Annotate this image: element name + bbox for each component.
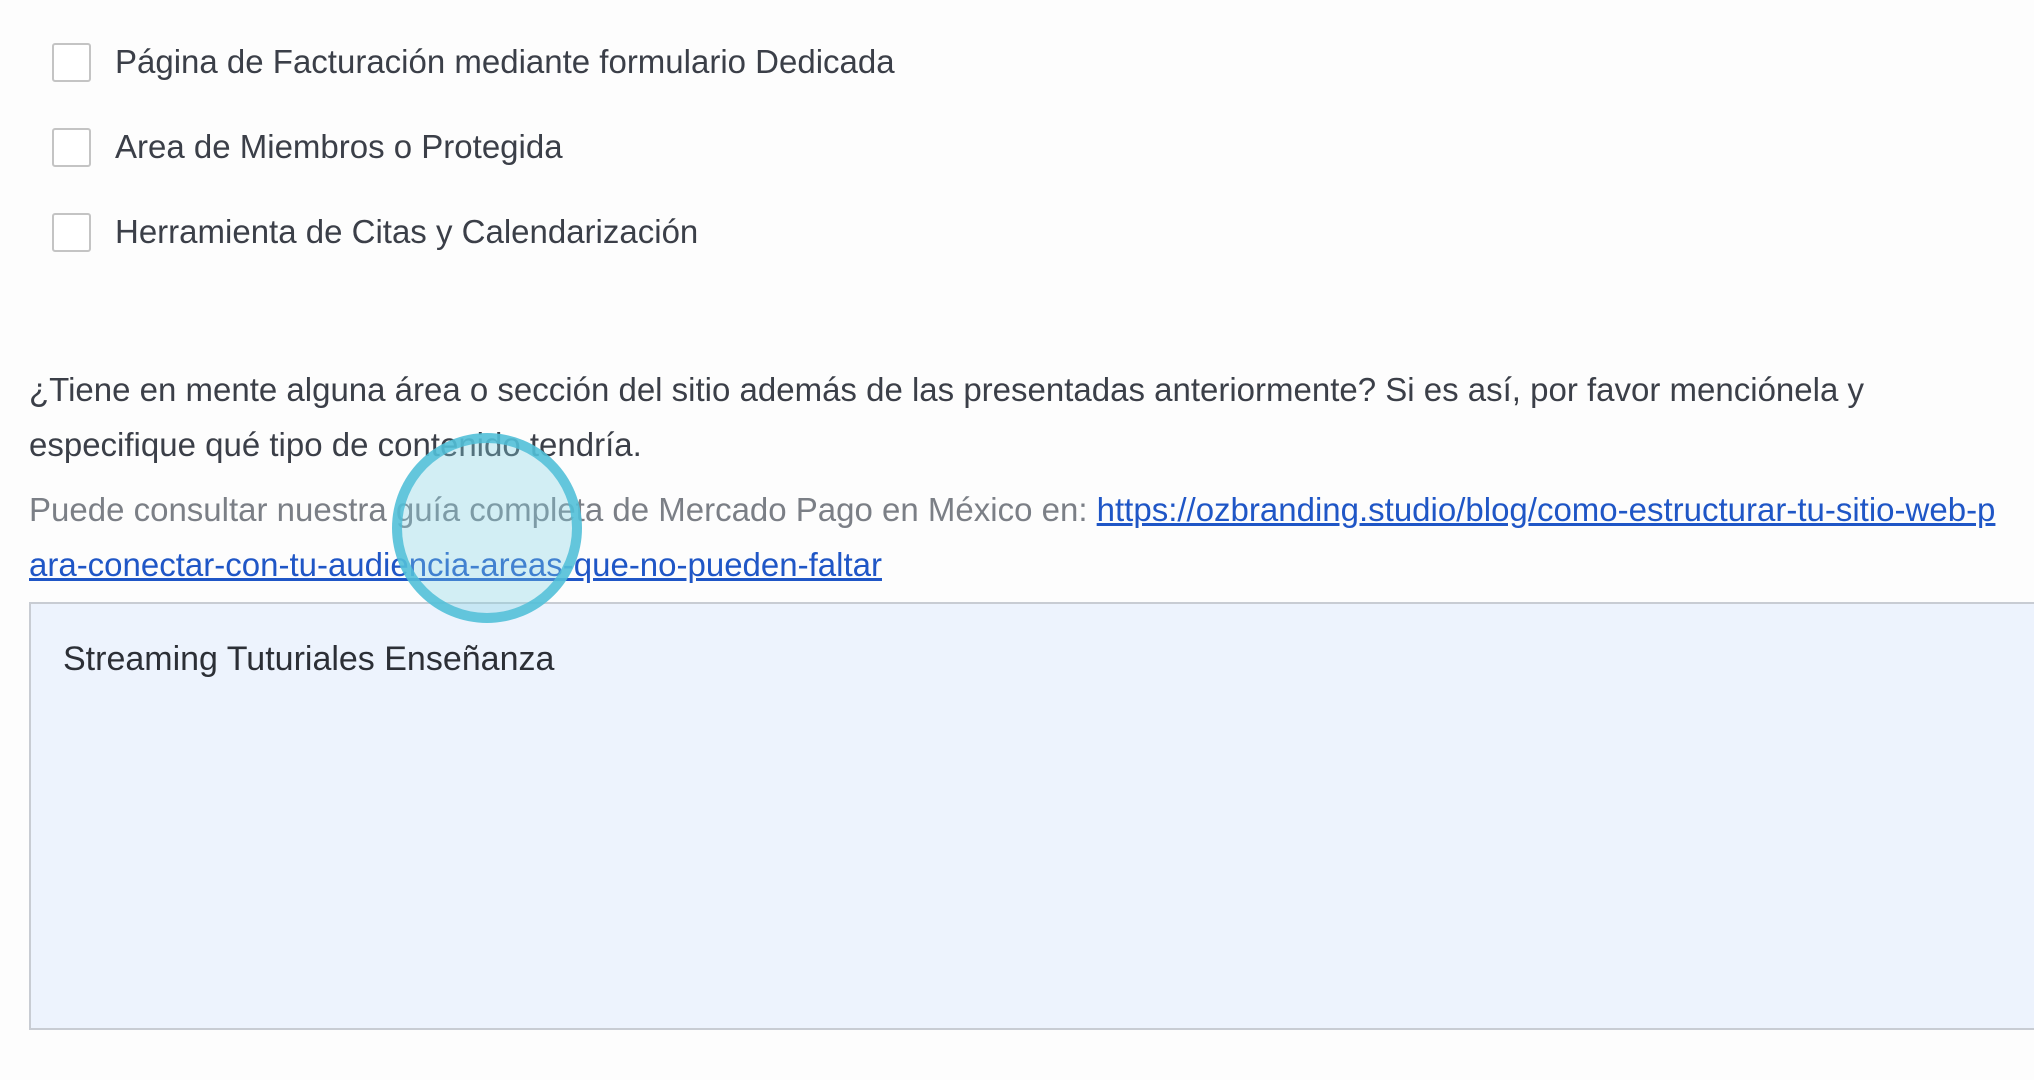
question-label: ¿Tiene en mente alguna área o sección de…: [29, 371, 1864, 463]
checkbox-label-miembros[interactable]: Area de Miembros o Protegida: [115, 128, 563, 166]
checkbox-label-facturacion[interactable]: Página de Facturación mediante formulari…: [115, 43, 895, 81]
hint-prefix: Puede consultar nuestra guía completa de…: [29, 491, 1097, 528]
checkbox-option-facturacion[interactable]: Página de Facturación mediante formulari…: [52, 41, 895, 83]
checkbox-label-citas[interactable]: Herramienta de Citas y Calendarización: [115, 213, 698, 251]
additional-sections-textarea[interactable]: Streaming Tuturiales Enseñanza: [29, 602, 2034, 1030]
checkbox-option-miembros[interactable]: Area de Miembros o Protegida: [52, 126, 563, 168]
checkbox-citas[interactable]: [52, 212, 91, 252]
hint-text: Puede consultar nuestra guía completa de…: [29, 482, 2009, 592]
checkbox-miembros[interactable]: [52, 127, 91, 167]
checkbox-facturacion[interactable]: [52, 42, 91, 82]
form-page: Página de Facturación mediante formulari…: [0, 0, 2034, 1080]
checkbox-option-citas[interactable]: Herramienta de Citas y Calendarización: [52, 211, 698, 253]
